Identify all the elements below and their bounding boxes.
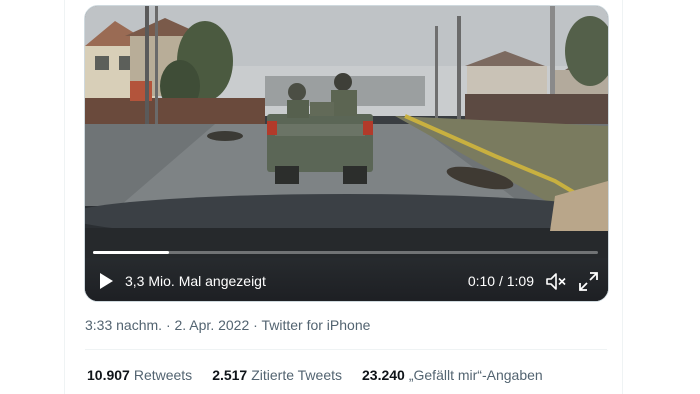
likes-label: „Gefällt mir“-Angaben — [408, 367, 543, 383]
progress-bar-fill — [93, 251, 169, 254]
play-icon[interactable] — [97, 272, 115, 290]
separator: · — [162, 317, 175, 333]
fullscreen-icon[interactable] — [579, 272, 598, 291]
tweet-source: Twitter for iPhone — [261, 317, 371, 333]
tweet-stats: 10.907 Retweets 2.517 Zitierte Tweets 23.2… — [87, 366, 543, 384]
quote-tweets-count: 2.517 — [212, 367, 248, 383]
divider — [85, 349, 607, 350]
volume-icon[interactable] — [546, 273, 566, 290]
likes-stat[interactable]: 23.240 „Gefällt mir“-Angaben — [362, 366, 543, 384]
retweets-stat[interactable]: 10.907 Retweets — [87, 366, 192, 384]
progress-bar[interactable] — [93, 251, 598, 254]
quote-tweets-stat[interactable]: 2.517 Zitierte Tweets — [212, 366, 342, 384]
separator: · — [249, 317, 262, 333]
video-controls: 3,3 Mio. Mal angezeigt 0:10 / 1:09 — [85, 258, 608, 301]
video-player[interactable]: 3,3 Mio. Mal angezeigt 0:10 / 1:09 — [84, 5, 609, 302]
tweet-timestamp[interactable]: 3:33 nachm. — [85, 317, 162, 333]
tweet-date[interactable]: 2. Apr. 2022 — [175, 317, 250, 333]
quote-tweets-label: Zitierte Tweets — [251, 367, 343, 383]
retweets-count: 10.907 — [87, 367, 130, 383]
tweet-metadata: 3:33 nachm. · 2. Apr. 2022 · Twitter for… — [85, 316, 370, 334]
playback-time: 0:10 / 1:09 — [467, 273, 534, 289]
likes-count: 23.240 — [362, 367, 405, 383]
retweets-label: Retweets — [133, 367, 193, 383]
video-frame — [85, 6, 608, 301]
view-count: 3,3 Mio. Mal angezeigt — [125, 273, 266, 289]
